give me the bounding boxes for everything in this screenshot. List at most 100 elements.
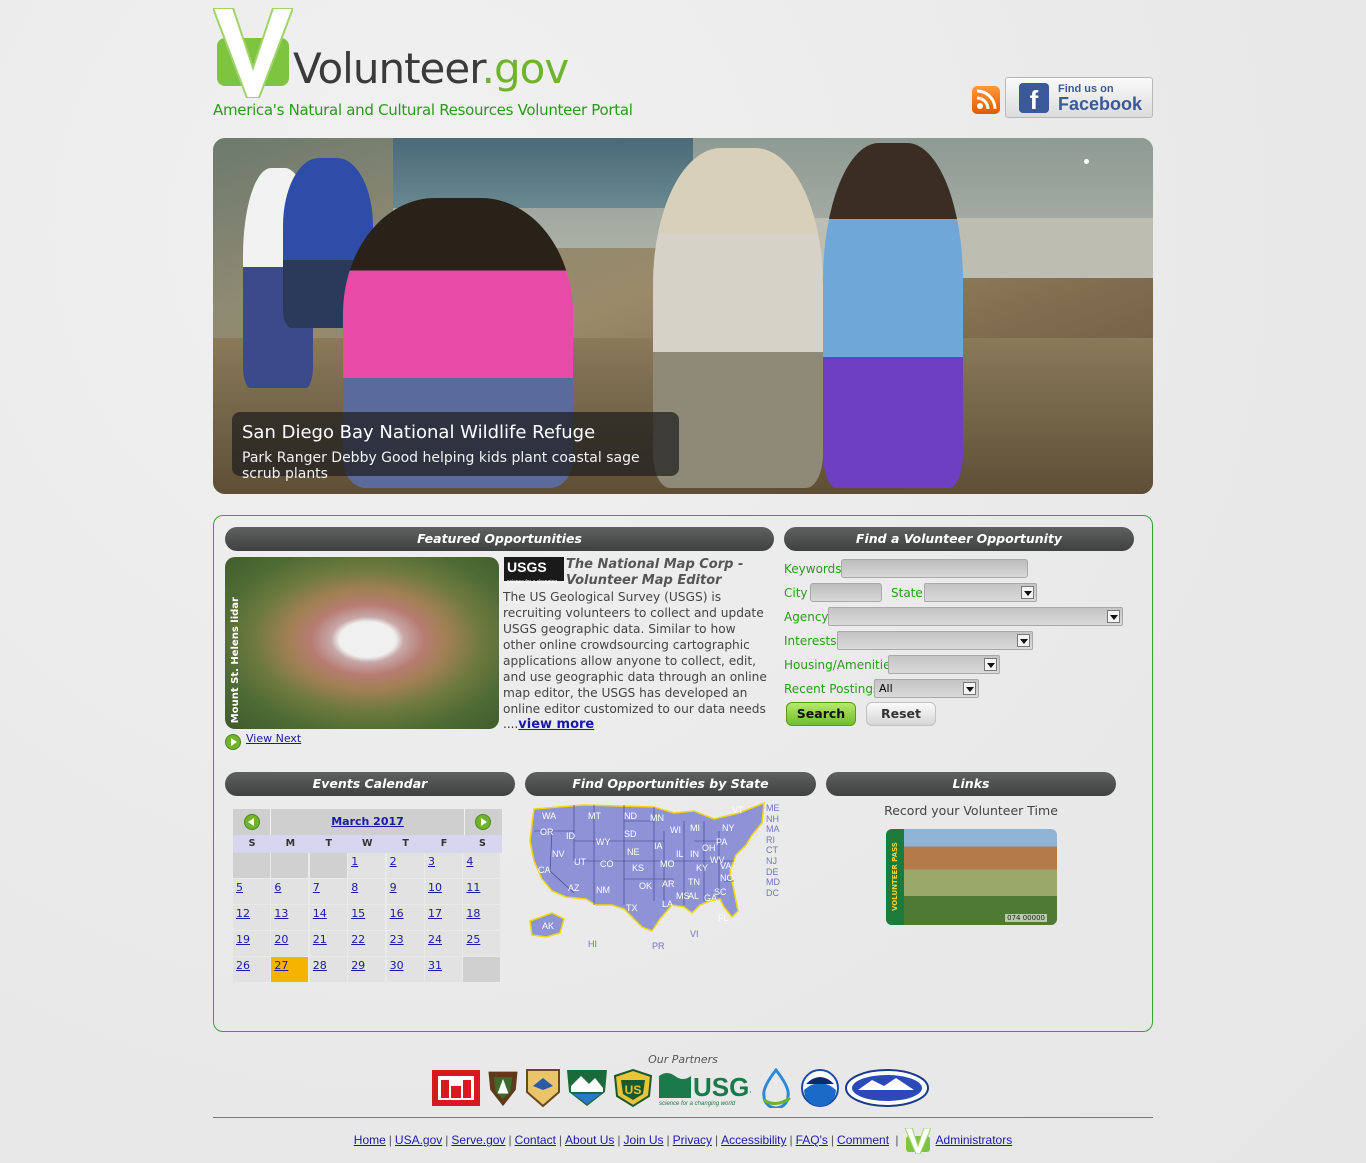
calendar-day-link[interactable]: 17: [428, 907, 442, 920]
state-link-ga[interactable]: GA: [704, 893, 717, 903]
calendar-day-link[interactable]: 27: [274, 959, 288, 972]
state-link-vt[interactable]: VT: [732, 805, 744, 815]
state-link-ak[interactable]: AK: [542, 921, 554, 931]
state-link-fl[interactable]: FL: [718, 913, 729, 923]
hero-slideshow[interactable]: San Diego Bay National Wildlife Refuge P…: [213, 138, 1153, 494]
calendar-day-link[interactable]: 21: [313, 933, 327, 946]
state-link-de[interactable]: DE: [766, 867, 779, 877]
state-link-la[interactable]: LA: [662, 899, 673, 909]
state-link-ny[interactable]: NY: [722, 823, 735, 833]
calendar-day[interactable]: 31: [425, 957, 462, 982]
calendar-day[interactable]: 6: [271, 879, 309, 904]
water-drop-icon[interactable]: [756, 1068, 796, 1108]
state-link-ok[interactable]: OK: [639, 881, 652, 891]
calendar-day[interactable]: 8: [348, 879, 386, 904]
calendar-day[interactable]: 25: [463, 931, 501, 956]
calendar-day-link[interactable]: 10: [428, 881, 442, 894]
calendar-day[interactable]: 28: [309, 957, 347, 982]
us-map-svg[interactable]: [524, 801, 799, 951]
featured-image[interactable]: Mount St. Helens lidar: [225, 557, 499, 729]
state-link-ct[interactable]: CT: [766, 845, 778, 855]
calendar-day[interactable]: 7: [309, 879, 347, 904]
calendar-day-link[interactable]: 26: [236, 959, 250, 972]
forest-service-icon[interactable]: US: [613, 1068, 653, 1108]
calendar-day[interactable]: 23: [386, 931, 424, 956]
state-link-mi[interactable]: MI: [690, 823, 700, 833]
agency-select[interactable]: [828, 607, 1123, 626]
national-park-service-icon[interactable]: [485, 1068, 521, 1108]
rss-icon[interactable]: [972, 86, 1000, 114]
calendar-day-link[interactable]: 6: [274, 881, 281, 894]
state-link-ut[interactable]: UT: [574, 857, 586, 867]
city-input[interactable]: [810, 583, 882, 602]
state-link-nm[interactable]: NM: [596, 885, 610, 895]
state-link-hi[interactable]: HI: [588, 939, 597, 949]
state-link-nh[interactable]: NH: [766, 814, 779, 824]
calendar-day-link[interactable]: 7: [313, 881, 320, 894]
calendar-day[interactable]: 3: [425, 853, 462, 878]
calendar-day-link[interactable]: 3: [428, 855, 435, 868]
bureau-of-reclamation-icon[interactable]: [844, 1068, 930, 1108]
calendar-day-link[interactable]: 4: [466, 855, 473, 868]
calendar-day-link[interactable]: 22: [351, 933, 365, 946]
state-link-va[interactable]: VA: [720, 861, 731, 871]
calendar-day[interactable]: 24: [425, 931, 462, 956]
calendar-day-link[interactable]: 25: [466, 933, 480, 946]
calendar-day[interactable]: 2: [386, 853, 424, 878]
calendar-day-link[interactable]: 19: [236, 933, 250, 946]
state-link-id[interactable]: ID: [566, 831, 575, 841]
state-select[interactable]: [924, 583, 1037, 602]
next-month-icon[interactable]: [475, 814, 491, 830]
calendar-day-link[interactable]: 13: [274, 907, 288, 920]
state-link-nd[interactable]: ND: [624, 811, 637, 821]
facebook-button[interactable]: f Find us on Facebook: [1005, 77, 1153, 118]
calendar-day-link[interactable]: 24: [428, 933, 442, 946]
calendar-day-link[interactable]: 12: [236, 907, 250, 920]
footer-link-about-us[interactable]: About Us: [565, 1133, 614, 1147]
calendar-day[interactable]: 19: [233, 931, 270, 956]
calendar-day[interactable]: 4: [463, 853, 501, 878]
state-link-il[interactable]: IL: [676, 849, 684, 859]
footer-link-accessibility[interactable]: Accessibility: [721, 1133, 786, 1147]
calendar-day[interactable]: 21: [309, 931, 347, 956]
state-link-mo[interactable]: MO: [660, 859, 675, 869]
calendar-day[interactable]: 1: [348, 853, 386, 878]
calendar-day-link[interactable]: 11: [466, 881, 480, 894]
calendar-day-link[interactable]: 14: [313, 907, 327, 920]
calendar-day-link[interactable]: 1: [351, 855, 358, 868]
volunteer-pass-image[interactable]: VOLUNTEER PASS 074 00000: [886, 829, 1057, 925]
footer-link-join-us[interactable]: Join Us: [624, 1133, 664, 1147]
calendar-day[interactable]: 10: [425, 879, 462, 904]
interests-select[interactable]: [837, 631, 1033, 650]
view-more-link[interactable]: view more: [518, 717, 594, 732]
footer-link-faq-s[interactable]: FAQ's: [796, 1133, 828, 1147]
calendar-day[interactable]: 27: [271, 957, 309, 982]
calendar-day-link[interactable]: 8: [351, 881, 358, 894]
army-corps-of-engineers-icon[interactable]: [431, 1068, 481, 1108]
state-link-mn[interactable]: MN: [650, 813, 664, 823]
state-link-md[interactable]: MD: [766, 877, 780, 887]
calendar-day[interactable]: 13: [271, 905, 309, 930]
calendar-day-link[interactable]: 31: [428, 959, 442, 972]
calendar-day[interactable]: 5: [233, 879, 270, 904]
calendar-day-link[interactable]: 29: [351, 959, 365, 972]
calendar-day[interactable]: 11: [463, 879, 501, 904]
state-link-me[interactable]: ME: [766, 803, 780, 813]
calendar-day[interactable]: 16: [386, 905, 424, 930]
state-link-ks[interactable]: KS: [632, 863, 644, 873]
calendar-day[interactable]: 14: [309, 905, 347, 930]
state-link-tn[interactable]: TN: [688, 877, 700, 887]
calendar-day-link[interactable]: 5: [236, 881, 243, 894]
reset-button[interactable]: Reset: [866, 702, 936, 726]
state-link-mt[interactable]: MT: [588, 811, 601, 821]
state-link-az[interactable]: AZ: [568, 883, 580, 893]
state-link-nj[interactable]: NJ: [766, 856, 777, 866]
calendar-day[interactable]: 12: [233, 905, 270, 930]
state-link-wa[interactable]: WA: [542, 811, 556, 821]
noaa-icon[interactable]: [800, 1068, 840, 1108]
housing-select[interactable]: [888, 655, 1000, 674]
state-link-ky[interactable]: KY: [696, 863, 708, 873]
calendar-day[interactable]: 17: [425, 905, 462, 930]
state-link-ca[interactable]: CA: [538, 865, 551, 875]
calendar-day[interactable]: 9: [386, 879, 424, 904]
